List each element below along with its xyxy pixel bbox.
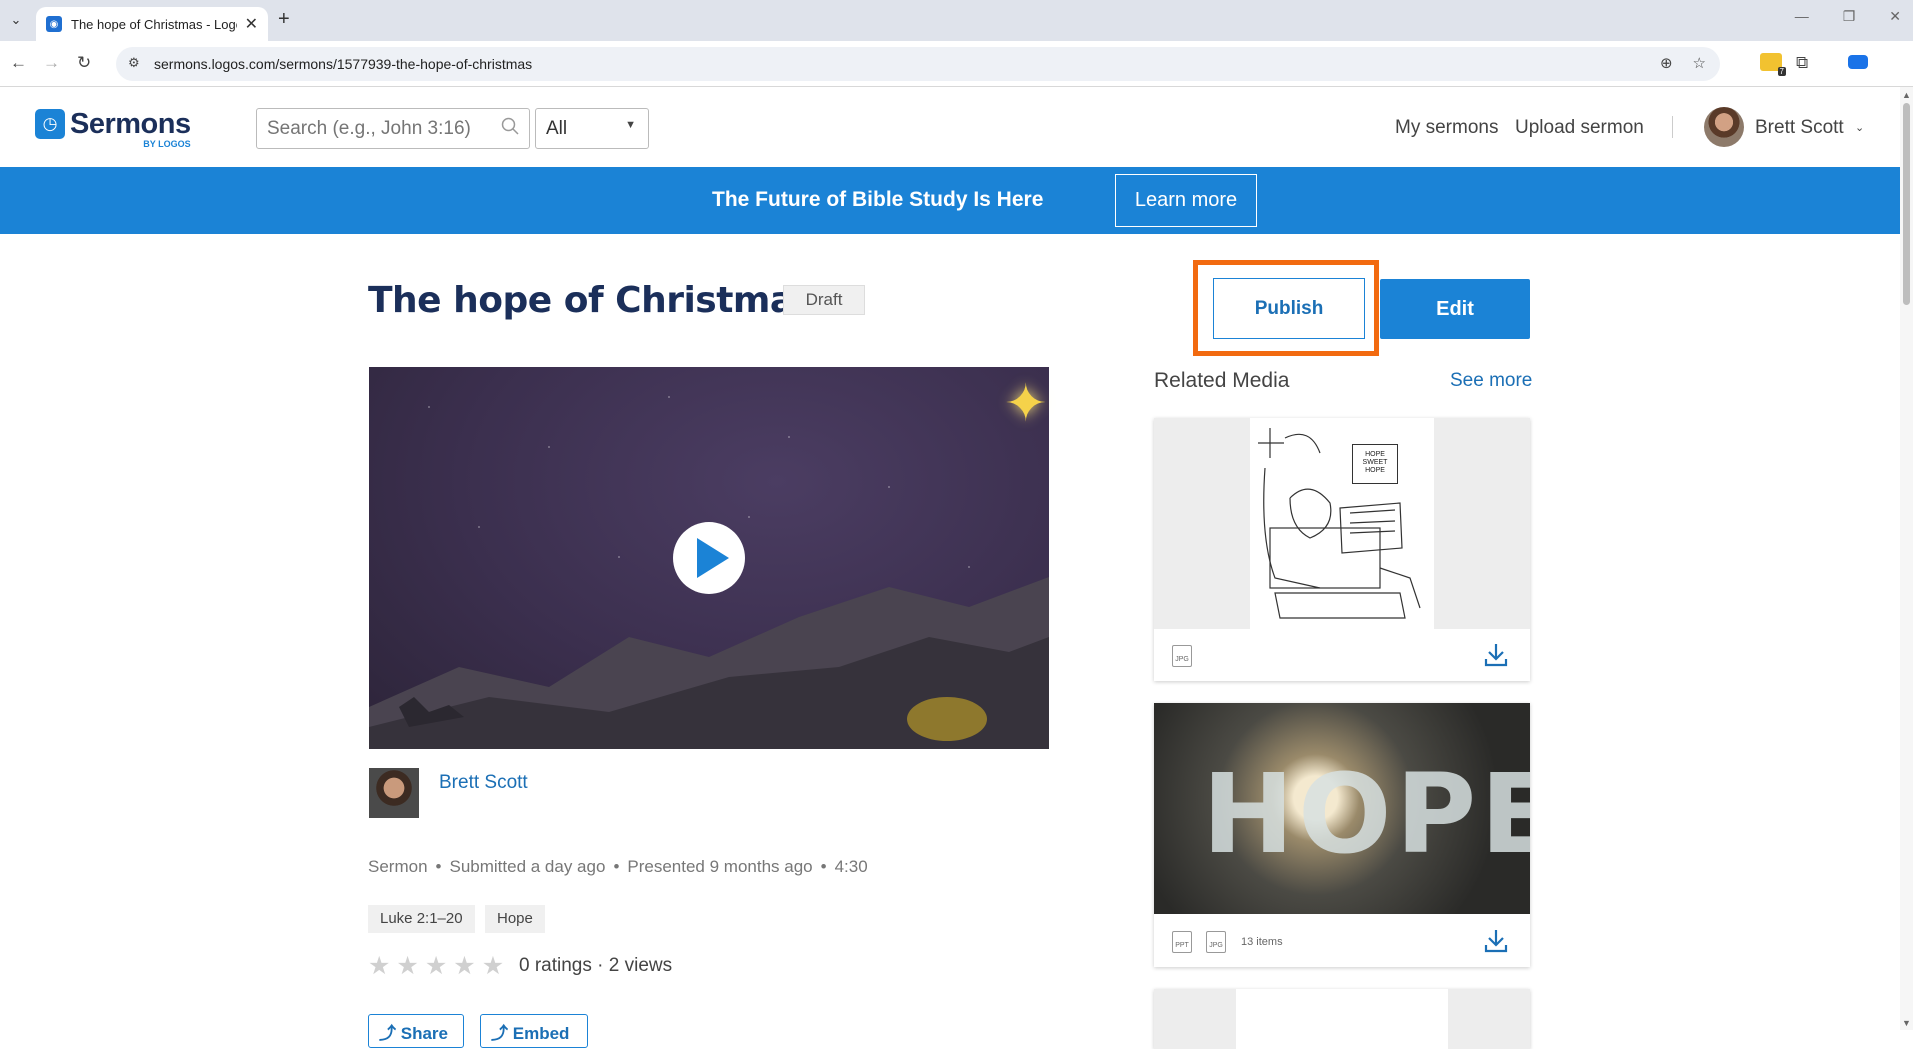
logo-sub: BY LOGOS <box>143 139 191 149</box>
hope-image-text: HOPE <box>1202 750 1530 878</box>
card-footer: JPG <box>1154 629 1530 681</box>
embed-button[interactable]: ⤴ Embed <box>480 1014 588 1048</box>
search-input[interactable] <box>267 118 487 140</box>
my-sermons-link[interactable]: My sermons <box>1395 117 1498 139</box>
see-more-link[interactable]: See more <box>1450 370 1532 392</box>
card-footer: PPT JPG 13 items <box>1154 915 1530 967</box>
avatar[interactable] <box>1704 107 1744 147</box>
favicon-icon: ◉ <box>46 16 62 32</box>
restore-icon[interactable]: ❐ <box>1843 8 1856 25</box>
rating-stars[interactable]: ★ ★ ★ ★ ★ <box>368 951 504 981</box>
sign-text: HOPE SWEET HOPE <box>1352 444 1398 484</box>
media-card[interactable] <box>1154 989 1530 1049</box>
user-menu-chevron-icon[interactable]: ⌄ <box>1855 121 1864 134</box>
search-filter-select[interactable]: All ▼ <box>535 108 649 149</box>
bookmark-star-icon[interactable]: ☆ <box>1693 54 1706 72</box>
meta-separator: • <box>435 857 442 876</box>
cartoon-sketch <box>1258 428 1421 619</box>
media-thumbnail[interactable]: HOPE SWEET HOPE <box>1154 418 1530 629</box>
chevron-down-icon: ▼ <box>625 119 636 131</box>
scroll-down-icon[interactable]: ▼ <box>1902 1018 1911 1028</box>
star-rating-icon[interactable]: ★ <box>482 951 504 981</box>
author-link[interactable]: Brett Scott <box>439 772 528 794</box>
ppt-file-icon: PPT <box>1172 931 1192 953</box>
omnibox[interactable]: ⚙ sermons.logos.com/sermons/1577939-the-… <box>116 47 1720 81</box>
ratings-views: 0 ratings · 2 views <box>519 955 673 976</box>
forward-icon[interactable]: → <box>43 53 60 73</box>
scroll-up-icon[interactable]: ▲ <box>1902 90 1911 100</box>
author-thumbnail[interactable] <box>369 768 419 818</box>
browser-tab[interactable]: ◉ The hope of Christmas - Logos ✕ <box>36 7 268 41</box>
edit-button[interactable]: Edit <box>1380 279 1530 339</box>
tag-topic[interactable]: Hope <box>485 905 545 933</box>
sermon-meta: Sermon • Submitted a day ago • Presented… <box>368 857 868 877</box>
tab-close-icon[interactable]: ✕ <box>245 14 258 34</box>
new-tab-icon[interactable]: + <box>278 8 290 31</box>
jpg-file-icon: JPG <box>1206 931 1226 953</box>
star-icon: ✦ <box>1004 375 1048 433</box>
meta-separator: • <box>613 857 620 876</box>
header-divider <box>1672 116 1673 138</box>
banner-text: The Future of Bible Study Is Here <box>712 188 1044 211</box>
download-icon[interactable] <box>1484 928 1508 954</box>
embed-label: Embed <box>512 1024 570 1043</box>
browser-tab-bar: ⌄ ◉ The hope of Christmas - Logos ✕ + — … <box>0 0 1913 41</box>
related-media-title: Related Media <box>1154 369 1290 392</box>
share-button[interactable]: ⤴ Share <box>368 1014 464 1048</box>
star-rating-icon[interactable]: ★ <box>368 951 390 981</box>
extensions-icon[interactable]: ⧉ <box>1796 53 1808 73</box>
media-thumbnail-edge <box>1154 989 1236 1049</box>
profile-icon[interactable] <box>1848 55 1868 69</box>
search-box[interactable] <box>256 108 530 149</box>
zoom-icon[interactable]: ⊕ <box>1660 54 1673 72</box>
media-card[interactable]: HOPE PPT JPG 13 items <box>1154 703 1530 967</box>
extension-badge-icon[interactable]: 7 <box>1760 53 1786 76</box>
meta-duration: 4:30 <box>834 857 868 876</box>
back-icon[interactable]: ← <box>10 53 27 73</box>
meta-presented: Presented 9 months ago <box>627 857 813 876</box>
status-badge: Draft <box>783 285 865 315</box>
meta-submitted: Submitted a day ago <box>449 857 606 876</box>
upload-sermon-link[interactable]: Upload sermon <box>1515 117 1644 139</box>
filter-value: All <box>546 118 568 139</box>
tab-search-icon[interactable]: ⌄ <box>4 8 28 32</box>
meta-type: Sermon <box>368 857 428 876</box>
window-controls: — ❐ ✕ <box>1795 8 1901 25</box>
search-icon[interactable] <box>501 117 519 135</box>
jpg-file-icon: JPG <box>1172 645 1192 667</box>
media-thumbnail-edge <box>1448 989 1530 1049</box>
play-icon <box>697 538 729 578</box>
promo-banner: The Future of Bible Study Is Here Learn … <box>0 167 1900 234</box>
items-count: 13 items <box>1241 936 1283 948</box>
site-header: ◷ Sermons BY LOGOS All ▼ My sermons Uplo… <box>0 87 1900 167</box>
cartoon-image: HOPE SWEET HOPE <box>1250 418 1434 629</box>
media-thumbnail[interactable]: HOPE <box>1154 703 1530 914</box>
page-title: The hope of Christmas <box>368 280 815 321</box>
close-window-icon[interactable]: ✕ <box>1889 8 1901 25</box>
user-name[interactable]: Brett Scott <box>1755 117 1844 139</box>
share-label: Share <box>400 1024 448 1043</box>
star-rating-icon[interactable]: ★ <box>425 951 447 981</box>
learn-more-button[interactable]: Learn more <box>1115 174 1257 227</box>
reload-icon[interactable]: ↻ <box>77 53 91 73</box>
logo-mark-icon: ◷ <box>35 109 65 139</box>
sermons-logo[interactable]: ◷ Sermons BY LOGOS <box>35 109 191 149</box>
play-button[interactable] <box>673 522 745 594</box>
meta-separator: • <box>820 857 827 876</box>
site-info-icon[interactable]: ⚙ <box>128 55 140 71</box>
scrollbar-thumb[interactable] <box>1903 103 1910 305</box>
star-rating-icon[interactable]: ★ <box>453 951 475 981</box>
tab-title: The hope of Christmas - Logos <box>71 16 237 32</box>
publish-button[interactable]: Publish <box>1213 278 1365 339</box>
star-rating-icon[interactable]: ★ <box>396 951 418 981</box>
tag-scripture[interactable]: Luke 2:1–20 <box>368 905 475 933</box>
url-text[interactable]: sermons.logos.com/sermons/1577939-the-ho… <box>154 56 532 72</box>
download-icon[interactable] <box>1484 642 1508 668</box>
media-card[interactable]: HOPE SWEET HOPE JPG <box>1154 418 1530 681</box>
minimize-icon[interactable]: — <box>1795 8 1809 25</box>
address-bar: ← → ↻ ⚙ sermons.logos.com/sermons/157793… <box>0 41 1913 112</box>
logo-word: Sermons <box>70 108 191 140</box>
